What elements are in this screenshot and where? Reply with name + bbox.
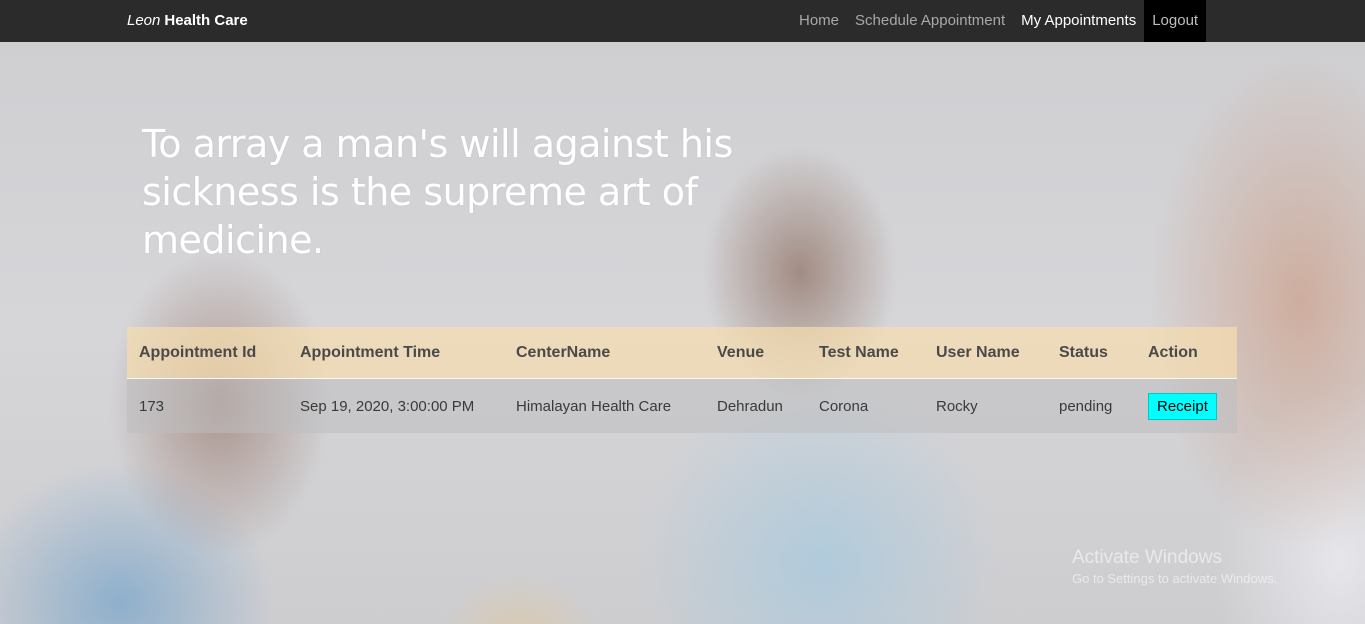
nav-item-home[interactable]: Home <box>791 0 847 42</box>
nav-item-schedule-appointment[interactable]: Schedule Appointment <box>847 0 1013 42</box>
column-header-venue: Venue <box>705 327 807 379</box>
brand-name-bold: Health Care <box>164 12 248 29</box>
column-header-action: Action <box>1136 327 1237 379</box>
cell-user-name: Rocky <box>936 397 978 415</box>
hero-quote: To array a man's will against his sickne… <box>142 122 733 262</box>
cell-test-name: Corona <box>819 397 869 415</box>
cell-action: Receipt <box>1136 379 1237 434</box>
column-header-appointment-id: Appointment Id <box>127 327 288 379</box>
watermark-title: Activate Windows <box>1072 547 1222 568</box>
table-row: 173 Sep 19, 2020, 3:00:00 PM Himalayan H… <box>127 378 1237 434</box>
cell-status: pending <box>1059 397 1113 415</box>
column-header-test-name: Test Name <box>807 327 924 379</box>
column-header-center-name: CenterName <box>504 327 705 379</box>
cell-appointment-time: Sep 19, 2020, 3:00:00 PM <box>300 397 475 415</box>
brand-name-italic: Leon <box>127 12 161 29</box>
nav-menu: Home Schedule Appointment My Appointment… <box>791 0 1207 42</box>
nav-item-my-appointments[interactable]: My Appointments <box>1013 0 1144 42</box>
cell-center-name: Himalayan Health Care <box>516 397 672 415</box>
appointments-table: Appointment Id Appointment Time CenterNa… <box>127 327 1237 433</box>
watermark-subtitle: Go to Settings to activate Windows. <box>1072 571 1278 586</box>
cell-venue: Dehradun <box>717 397 783 415</box>
activate-windows-watermark: Activate Windows Go to Settings to activ… <box>1072 546 1277 588</box>
nav-item-logout[interactable]: Logout <box>1144 0 1207 42</box>
column-header-status: Status <box>1047 327 1136 379</box>
page: Leon Health Care Home Schedule Appointmen… <box>0 0 1365 624</box>
column-header-user-name: User Name <box>924 327 1047 379</box>
table-header-row: Appointment Id Appointment Time CenterNa… <box>127 327 1237 379</box>
column-header-appointment-time: Appointment Time <box>288 327 504 379</box>
navbar: Leon Health Care Home Schedule Appointmen… <box>0 0 1365 42</box>
brand-logo[interactable]: Leon Health Care <box>127 0 248 42</box>
receipt-button[interactable]: Receipt <box>1148 392 1217 420</box>
cell-appointment-id: 173 <box>139 397 165 415</box>
